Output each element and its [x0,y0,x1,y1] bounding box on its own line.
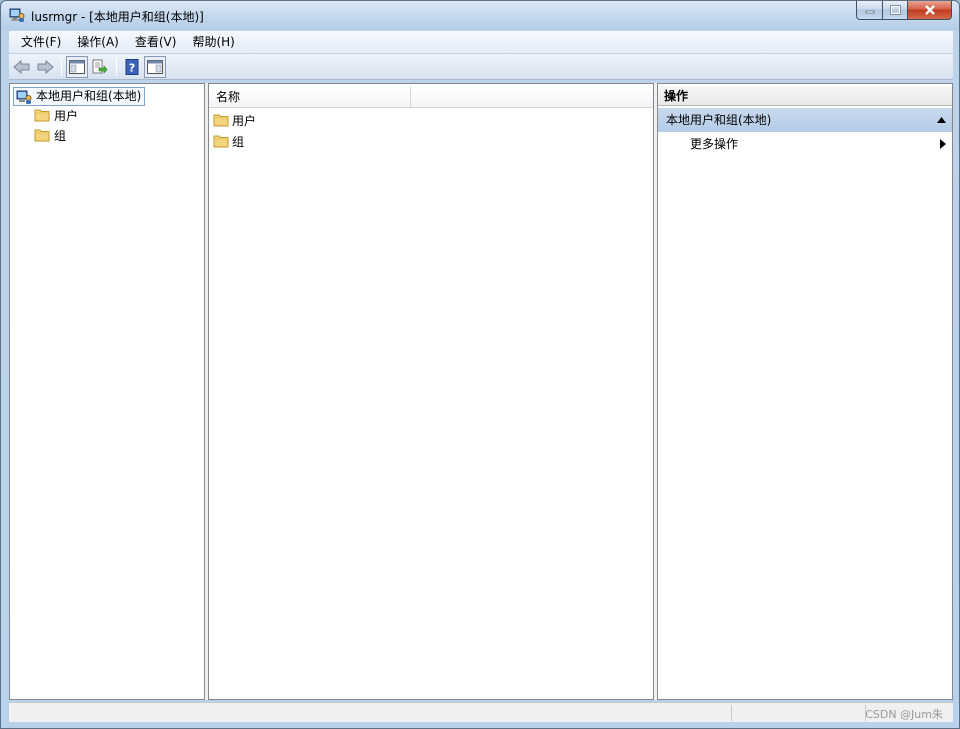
show-hide-action-pane-icon [147,59,163,74]
result-list-pane[interactable]: 名称 用户 组 [208,83,654,700]
list-header: 名称 [209,87,653,108]
minimize-icon [865,10,874,14]
toolbar-separator [116,57,117,76]
computer-management-icon [9,8,25,22]
list-item-label: 用户 [232,114,257,128]
content-area: 本地用户和组(本地) 用户 组 名称 用户 组 操作 本地用户和组(本地) 更多… [9,83,953,700]
show-hide-tree-icon [69,59,85,74]
back-arrow-icon [13,59,30,74]
minimize-button[interactable] [856,1,882,20]
status-bar: CSDN @Jum朱 [9,702,953,722]
status-divider [731,705,732,721]
menu-file[interactable]: 文件(F) [13,31,69,53]
back-button[interactable] [11,56,33,78]
folder-icon [34,129,50,142]
collapse-up-icon[interactable] [937,117,946,123]
list-item-label: 组 [232,135,245,149]
svg-text:?: ? [129,61,135,74]
actions-pane: 操作 本地用户和组(本地) 更多操作 [657,83,953,700]
forward-arrow-icon [37,59,54,74]
forward-button[interactable] [34,56,56,78]
close-button[interactable] [907,1,952,20]
export-list-button[interactable] [89,56,111,78]
menu-action[interactable]: 操作(A) [69,31,127,53]
menu-help[interactable]: 帮助(H) [184,31,242,53]
local-users-groups-icon [16,90,32,104]
actions-group-local-users-groups[interactable]: 本地用户和组(本地) [658,108,952,132]
show-hide-action-pane-button[interactable] [144,55,166,78]
maximize-icon [889,5,901,15]
watermark-text: CSDN @Jum朱 [865,708,943,721]
tree-item-users[interactable]: 用户 [34,107,78,125]
show-hide-tree-button[interactable] [66,55,88,78]
folder-icon [213,114,229,127]
close-icon [924,5,935,15]
help-icon: ? [125,58,139,75]
title-bar[interactable]: lusrmgr - [本地用户和组(本地)] [1,1,959,30]
console-tree-pane[interactable]: 本地用户和组(本地) 用户 组 [9,83,205,700]
menu-bar: 文件(F) 操作(A) 查看(V) 帮助(H) [9,31,953,53]
toolbar-separator [61,57,62,76]
tree-root-label: 本地用户和组(本地) [36,89,142,103]
more-actions-item[interactable]: 更多操作 [690,134,738,154]
column-header-name[interactable]: 名称 [209,87,411,108]
help-button[interactable]: ? [121,56,143,78]
actions-header: 操作 [658,86,952,106]
tree-item-label: 用户 [54,109,79,123]
app-window: lusrmgr - [本地用户和组(本地)] 文件(F) 操作(A) 查看(V)… [0,0,960,729]
list-item-groups[interactable]: 组 [213,132,244,152]
maximize-button[interactable] [882,1,907,20]
window-title: lusrmgr - [本地用户和组(本地)] [31,10,204,24]
folder-icon [213,135,229,148]
toolbar: ? [9,54,953,80]
submenu-arrow-icon[interactable] [940,139,946,149]
caption-buttons [856,1,952,21]
folder-icon [34,109,50,122]
list-item-users[interactable]: 用户 [213,111,256,131]
tree-item-root[interactable]: 本地用户和组(本地) [13,87,146,106]
export-list-icon [92,59,108,74]
tree-item-groups[interactable]: 组 [34,127,66,145]
tree-item-label: 组 [54,129,67,143]
actions-group-title: 本地用户和组(本地) [666,113,772,127]
menu-view[interactable]: 查看(V) [127,31,185,53]
